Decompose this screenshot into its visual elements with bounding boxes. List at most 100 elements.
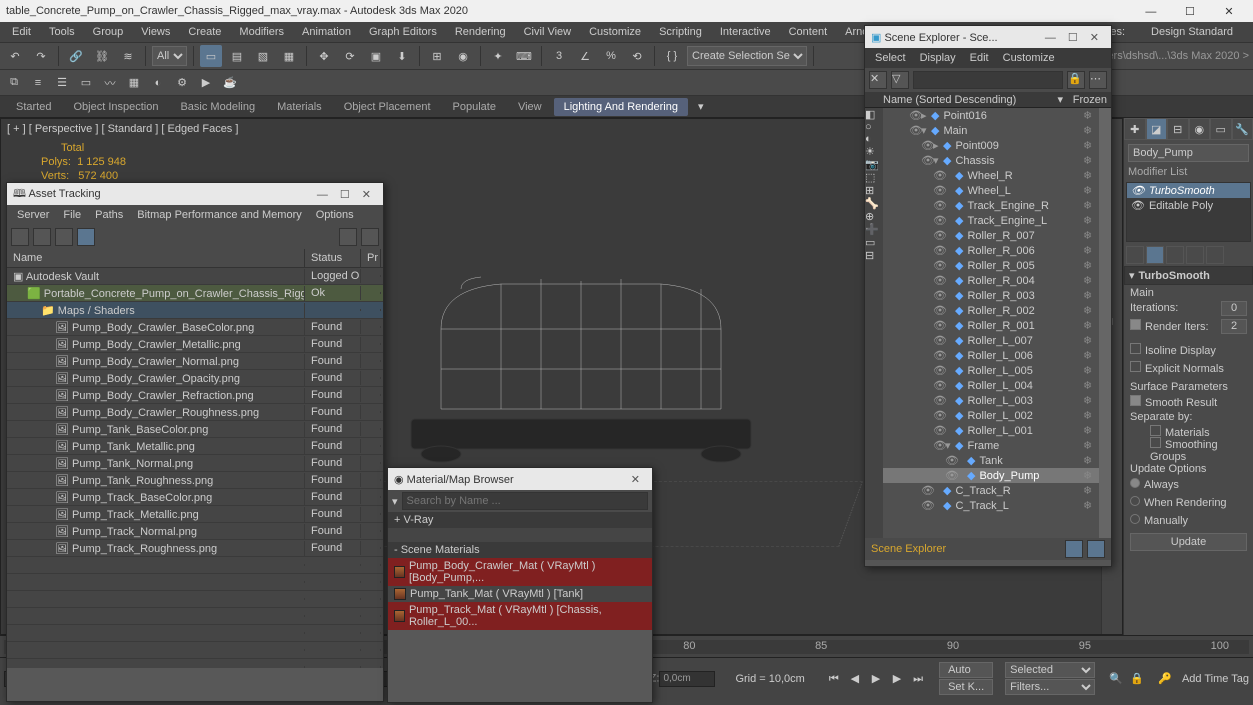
eye-icon[interactable]: 👁 [1131,199,1145,212]
tab-populate[interactable]: Populate [443,98,506,116]
at-menu-paths[interactable]: Paths [89,207,129,223]
asset-row[interactable]: 📁 Maps / Shaders [7,302,383,319]
asset-row[interactable]: 🖼 Pump_Tank_Roughness.pngFound [7,472,383,489]
cmd-tab-create-icon[interactable]: ✚ [1124,118,1146,140]
schematic-view-icon[interactable]: ▦ [124,73,144,93]
menu-tools[interactable]: Tools [41,24,83,40]
render-iters-field[interactable] [1221,319,1247,334]
manipulate-icon[interactable]: ✦ [487,45,509,67]
mat-group-vray[interactable]: + V-Ray [388,512,652,528]
layer-explorer-icon[interactable]: ☰ [52,73,72,93]
asset-row[interactable]: 🖼 Pump_Track_Normal.pngFound [7,523,383,540]
curve-editor-icon[interactable]: 〰 [100,73,120,93]
pin-stack-icon[interactable] [1126,246,1144,264]
scene-tree-item[interactable]: 👁◆Wheel_L❄ [883,183,1099,198]
scene-tree-item[interactable]: 👁◆Roller_L_002❄ [883,408,1099,423]
align-icon[interactable]: ≡ [28,73,48,93]
scene-tree-item[interactable]: 👁◆Roller_L_001❄ [883,423,1099,438]
menu-animation[interactable]: Animation [294,24,359,40]
scene-tree-item[interactable]: 👁◆Roller_L_004❄ [883,378,1099,393]
sx-tool-icon[interactable]: ⬚ [865,171,883,184]
lock-icon[interactable]: 🔒 [1128,670,1146,688]
sx-foot-icon[interactable] [1087,540,1105,558]
sx-tool-icon[interactable]: ☀ [865,145,883,158]
material-row[interactable]: Pump_Body_Crawler_Mat ( VRayMtl ) [Body_… [388,558,652,586]
material-row[interactable]: Pump_Track_Mat ( VRayMtl ) [Chassis, Rol… [388,602,652,630]
scene-tree-item[interactable]: 👁◆Roller_R_004❄ [883,273,1099,288]
sx-menu-select[interactable]: Select [869,50,912,66]
tab-started[interactable]: Started [6,98,61,116]
tab-materials[interactable]: Materials [267,98,332,116]
prev-frame-icon[interactable]: ◀ [846,669,864,687]
select-icon[interactable]: ▭ [200,45,222,67]
keyfilter-filters-dropdown[interactable]: Filters... [1005,679,1095,695]
ribbon-collapse-icon[interactable]: ▾ [698,100,704,113]
scene-tree-item[interactable]: 👁◆Roller_R_003❄ [883,288,1099,303]
at-tool-icon[interactable] [11,228,29,246]
sx-tool-icon[interactable]: 🦴 [865,197,883,210]
scene-tree-item[interactable]: 👁◆C_Track_L❄ [883,498,1099,513]
rect-region-icon[interactable]: ▧ [252,45,274,67]
select-name-icon[interactable]: ▤ [226,45,248,67]
asset-row[interactable]: 🖼 Pump_Track_Roughness.pngFound [7,540,383,557]
menu-views[interactable]: Views [133,24,178,40]
snap-toggle-icon[interactable]: 3 [548,45,570,67]
menu-modifiers[interactable]: Modifiers [231,24,292,40]
at-col-status[interactable]: Status [305,249,361,267]
scene-tree-item[interactable]: 👁◆Roller_L_007❄ [883,333,1099,348]
menu-edit[interactable]: Edit [4,24,39,40]
scene-tree-item[interactable]: 👁◆Roller_R_005❄ [883,258,1099,273]
add-time-tag[interactable]: Add Time Tag [1182,673,1249,685]
selection-filter-dropdown[interactable]: All [152,46,187,66]
minimize-icon[interactable]: — [311,189,334,201]
explicit-normals-checkbox[interactable] [1130,361,1141,372]
mat-group-scene[interactable]: - Scene Materials [388,542,652,558]
menu-graph-editors[interactable]: Graph Editors [361,24,445,40]
sx-menu-display[interactable]: Display [914,50,962,66]
material-search-input[interactable] [402,492,648,510]
viewport-label[interactable]: [ + ] [ Perspective ] [ Standard ] [ Edg… [7,123,238,135]
make-unique-icon[interactable] [1166,246,1184,264]
scale-icon[interactable]: ▣ [365,45,387,67]
show-end-result-icon[interactable] [1146,246,1164,264]
spinner-snap-icon[interactable]: ⟲ [626,45,648,67]
scene-tree-item[interactable]: 👁◆Roller_L_006❄ [883,348,1099,363]
angle-snap-icon[interactable]: ∠ [574,45,596,67]
goto-end-icon[interactable]: ⏭ [909,670,927,688]
rollout-title[interactable]: TurboSmooth [1139,270,1210,282]
update-button[interactable]: Update [1130,533,1247,551]
keyboard-shortcut-icon[interactable]: ⌨ [513,45,535,67]
set-key-button[interactable]: Set K... [939,679,993,695]
sx-tool-icon[interactable]: ⊟ [865,249,883,262]
bind-spacewarp-icon[interactable]: ≋ [117,45,139,67]
sx-tool-icon[interactable]: ○ [865,121,883,133]
menu-group[interactable]: Group [85,24,132,40]
move-icon[interactable]: ✥ [313,45,335,67]
sep-materials-checkbox[interactable] [1150,425,1161,436]
asset-row[interactable]: 🖼 Pump_Track_Metallic.pngFound [7,506,383,523]
maximize-icon[interactable]: ☐ [334,189,356,201]
placement-icon[interactable]: ⬇ [391,45,413,67]
scene-explorer-tree[interactable]: 👁▸ ◆Point016❄👁▾ ◆Main❄👁▸ ◆Point009❄👁▾ ◆C… [883,108,1099,538]
configure-sets-icon[interactable] [1206,246,1224,264]
sx-header-frozen[interactable]: Frozen [1063,94,1107,106]
play-icon[interactable]: ▶ [867,669,885,687]
scene-tree-item[interactable]: 👁◆Track_Engine_R❄ [883,198,1099,213]
cmd-tab-motion-icon[interactable]: ◉ [1189,118,1211,140]
sx-search-input[interactable] [913,71,1063,89]
material-editor-icon[interactable]: ◐ [148,73,168,93]
selection-set-dropdown[interactable]: Create Selection Set [687,46,807,66]
keyfilter-selected-dropdown[interactable]: Selected [1005,662,1095,678]
menu-create[interactable]: Create [180,24,229,40]
sx-tool-icon[interactable]: ◐ [865,133,883,145]
rotate-icon[interactable]: ⟳ [339,45,361,67]
minimize-icon[interactable]: — [1039,32,1062,44]
at-tool-icon[interactable] [55,228,73,246]
scene-tree-item[interactable]: 👁◆Roller_L_005❄ [883,363,1099,378]
menu-civil-view[interactable]: Civil View [516,24,579,40]
auto-key-button[interactable]: Auto [939,662,993,678]
asset-row[interactable]: 🖼 Pump_Tank_BaseColor.pngFound [7,421,383,438]
sx-tool-icon[interactable]: 📷 [865,158,883,171]
scene-tree-item[interactable]: 👁◆Roller_R_006❄ [883,243,1099,258]
sx-lock-icon[interactable]: 🔒 [1067,71,1085,89]
